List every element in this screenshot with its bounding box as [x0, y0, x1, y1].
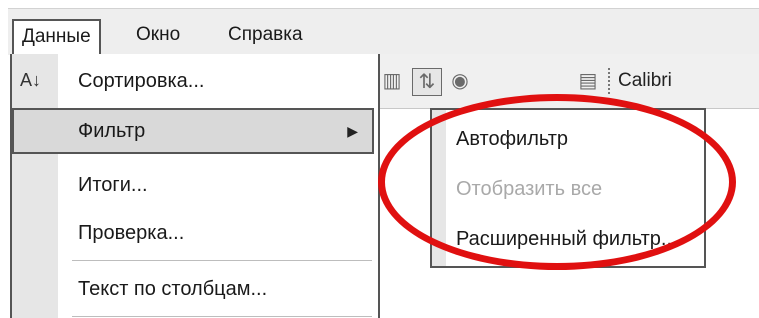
- menu-item-text-to-columns[interactable]: Текст по столбцам...: [12, 266, 374, 312]
- submenu-item-advanced-filter-label: Расширенный фильтр...: [456, 228, 678, 250]
- submenu-item-autofilter[interactable]: Автофильтр: [432, 114, 704, 164]
- toolbar-separator: [608, 68, 612, 94]
- menu-item-sort-label: Сортировка...: [78, 70, 205, 92]
- menu-item-filter-label: Фильтр: [78, 120, 146, 142]
- menu-item-validation[interactable]: Проверка...: [12, 210, 374, 256]
- menu-divider: [72, 316, 372, 317]
- menu-bar: Данные Окно Справка: [8, 8, 759, 55]
- chart-icon[interactable]: ▥: [378, 68, 406, 94]
- menu-item-subtotals[interactable]: Итоги...: [12, 162, 374, 208]
- menu-help[interactable]: Справка: [220, 19, 311, 53]
- toolbar: ▥ ⇅ ◉ ▤ Calibri: [370, 54, 759, 109]
- menu-item-validation-label: Проверка...: [78, 222, 185, 244]
- menu-divider: [72, 260, 372, 261]
- help-icon[interactable]: ◉: [446, 68, 474, 94]
- submenu-arrow-icon: ▶: [347, 123, 358, 139]
- menu-data[interactable]: Данные: [12, 19, 101, 55]
- data-menu-dropdown: A↓ Сортировка... Фильтр ▶ Итоги... Прове…: [10, 54, 380, 318]
- submenu-item-autofilter-label: Автофильтр: [456, 128, 569, 150]
- menu-item-filter[interactable]: Фильтр ▶: [12, 108, 374, 154]
- menu-window[interactable]: Окно: [128, 19, 188, 53]
- paint-icon[interactable]: ▤: [574, 68, 602, 94]
- font-name-box[interactable]: Calibri: [614, 68, 672, 94]
- submenu-item-show-all: Отобразить все: [432, 164, 704, 214]
- window-top-edge: [0, 0, 759, 6]
- submenu-item-advanced-filter[interactable]: Расширенный фильтр...: [432, 214, 704, 264]
- menu-item-text-to-columns-label: Текст по столбцам...: [78, 278, 268, 300]
- sort-az-icon: A↓: [20, 70, 42, 90]
- submenu-item-show-all-label: Отобразить все: [456, 178, 603, 200]
- sort-icon[interactable]: ⇅: [412, 68, 442, 96]
- menu-item-sort[interactable]: A↓ Сортировка...: [12, 58, 374, 104]
- filter-submenu: Автофильтр Отобразить все Расширенный фи…: [430, 108, 706, 268]
- menu-item-subtotals-label: Итоги...: [78, 174, 148, 196]
